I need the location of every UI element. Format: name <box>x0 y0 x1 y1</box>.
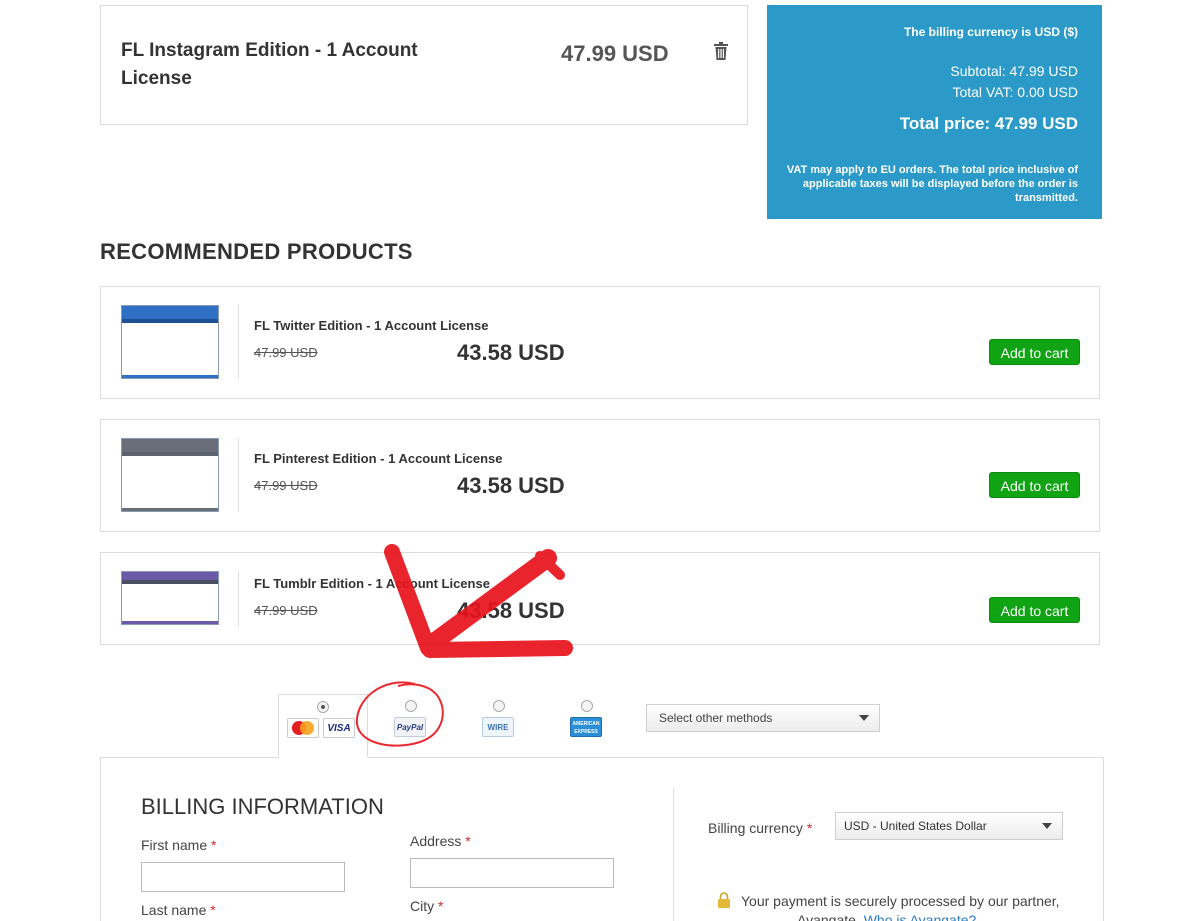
cart-item: FL Instagram Edition - 1 Account License… <box>100 5 748 125</box>
billing-currency-select[interactable]: USD - United States Dollar <box>835 812 1063 840</box>
thumb-titlebar <box>122 306 218 319</box>
avangate-name: Avangate. <box>797 912 860 921</box>
billing-currency-note: The billing currency is USD ($) <box>903 25 1078 39</box>
billing-panel: BILLING INFORMATION First name * Last na… <box>100 757 1104 921</box>
payment-radio-amex[interactable] <box>581 700 593 712</box>
required-mark: * <box>438 898 444 914</box>
payment-tab-paypal[interactable]: PayPal <box>366 694 456 758</box>
paypal-icon: PayPal <box>394 717 426 737</box>
payment-radio-paypal[interactable] <box>405 700 417 712</box>
product-thumbnail <box>121 438 219 512</box>
product-new-price: 43.58 USD <box>457 340 565 365</box>
cart-item-price: 47.99 USD <box>561 41 669 66</box>
thumb-statusbar <box>122 508 218 511</box>
address-label-text: Address <box>410 833 462 849</box>
address-label: Address * <box>410 833 471 849</box>
subtotal: Subtotal: 47.99 USD <box>950 63 1078 79</box>
visa-icon: VISA <box>323 718 355 738</box>
product-old-price: 47.99 USD <box>254 603 318 618</box>
product-divider <box>238 571 239 627</box>
city-label: City * <box>410 898 443 914</box>
thumb-titlebar <box>122 439 218 452</box>
product-divider <box>238 438 239 512</box>
add-to-cart-button[interactable]: Add to cart <box>989 472 1080 498</box>
product-card-twitter: FL Twitter Edition - 1 Account License 4… <box>100 286 1100 399</box>
add-to-cart-button[interactable]: Add to cart <box>989 339 1080 365</box>
product-old-price: 47.99 USD <box>254 478 318 493</box>
payment-radio-wire[interactable] <box>493 700 505 712</box>
billing-title: BILLING INFORMATION <box>141 794 384 819</box>
product-name: FL Tumblr Edition - 1 Account License <box>254 576 490 591</box>
chevron-down-icon <box>1042 823 1052 829</box>
wire-transfer-icon: WIRE <box>482 717 514 737</box>
first-name-input[interactable] <box>141 862 345 892</box>
amex-icon: AMERICAN EXPRESS <box>570 717 602 737</box>
other-methods-label: Select other methods <box>659 711 773 725</box>
total-vat: Total VAT: 0.00 USD <box>952 84 1078 100</box>
product-thumbnail <box>121 305 219 379</box>
order-summary: The billing currency is USD ($) Subtotal… <box>767 5 1102 219</box>
lock-icon <box>718 892 730 908</box>
who-is-avangate-link[interactable]: Who is Avangate? <box>864 912 977 921</box>
secure-payment-text: Your payment is securely processed by ou… <box>741 893 1060 909</box>
other-methods-select[interactable]: Select other methods <box>646 704 880 732</box>
billing-divider <box>673 788 674 921</box>
billing-currency-label: Billing currency * <box>708 820 812 836</box>
mastercard-icon <box>287 718 319 738</box>
chevron-down-icon <box>859 715 869 721</box>
add-to-cart-button[interactable]: Add to cart <box>989 597 1080 623</box>
thumb-toolbar <box>122 452 218 456</box>
thumb-statusbar <box>122 375 218 378</box>
secure-payment-line-2: Avangate. Who is Avangate? <box>797 911 976 921</box>
trash-icon[interactable] <box>714 42 728 60</box>
required-mark: * <box>465 833 471 849</box>
city-label-text: City <box>410 898 435 914</box>
payment-tab-wire[interactable]: WIRE <box>454 694 544 758</box>
payment-radio-card[interactable] <box>317 701 329 713</box>
product-card-pinterest: FL Pinterest Edition - 1 Account License… <box>100 419 1100 532</box>
recommended-heading: RECOMMENDED PRODUCTS <box>100 239 413 264</box>
thumb-toolbar <box>122 319 218 323</box>
payment-tab-card[interactable]: VISA <box>278 694 368 758</box>
product-new-price: 43.58 USD <box>457 598 565 623</box>
billing-currency-label-text: Billing currency <box>708 820 803 836</box>
product-divider <box>238 305 239 379</box>
vat-note: VAT may apply to EU orders. The total pr… <box>786 164 1078 204</box>
thumb-toolbar <box>122 580 218 584</box>
product-name: FL Pinterest Edition - 1 Account License <box>254 451 503 466</box>
thumb-statusbar <box>122 621 218 624</box>
billing-currency-value: USD - United States Dollar <box>844 819 987 833</box>
required-mark: * <box>806 820 813 836</box>
payment-tab-amex[interactable]: AMERICAN EXPRESS <box>542 694 632 758</box>
total-price: Total price: 47.99 USD <box>899 114 1078 133</box>
product-card-tumblr: FL Tumblr Edition - 1 Account License 47… <box>100 552 1100 645</box>
thumb-titlebar <box>122 572 218 580</box>
last-name-label-text: Last name <box>141 902 207 918</box>
required-mark: * <box>210 902 216 918</box>
product-name: FL Twitter Edition - 1 Account License <box>254 318 489 333</box>
required-mark: * <box>211 837 217 853</box>
address-input[interactable] <box>410 858 614 888</box>
cart-item-name: FL Instagram Edition - 1 Account License <box>121 40 418 89</box>
product-new-price: 43.58 USD <box>457 473 565 498</box>
first-name-label: First name * <box>141 837 216 853</box>
product-thumbnail <box>121 571 219 625</box>
first-name-label-text: First name <box>141 837 208 853</box>
last-name-label: Last name * <box>141 902 216 918</box>
product-old-price: 47.99 USD <box>254 345 318 360</box>
